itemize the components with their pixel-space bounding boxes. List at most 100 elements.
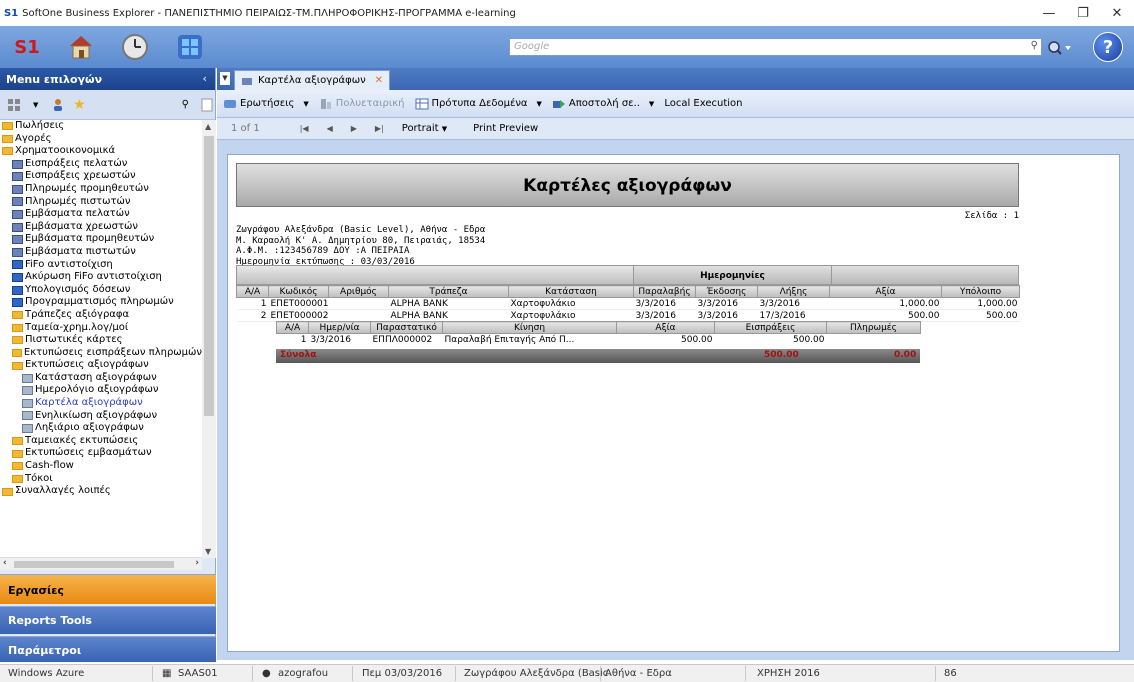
- send-icon: [552, 99, 565, 108]
- menu-tree-item[interactable]: FiFo αντιστοίχιση: [0, 259, 202, 272]
- prev-page-icon[interactable]: ◀: [327, 124, 333, 133]
- close-tab-icon[interactable]: ✕: [375, 75, 383, 86]
- document-icon: [12, 247, 23, 257]
- menu-tree-item[interactable]: Εισπράξεις χρεωστών: [0, 170, 202, 183]
- menu-tree-item[interactable]: Πληρωμές πιστωτών: [0, 196, 202, 209]
- queries-dropdown-icon: ▼: [303, 99, 309, 108]
- search-input[interactable]: Google ⚲: [509, 38, 1042, 56]
- search-icon[interactable]: ⚲: [1031, 40, 1038, 51]
- help-icon[interactable]: ?: [1093, 32, 1123, 62]
- s1-logo-icon[interactable]: S1: [12, 32, 42, 62]
- menu-tree-item-label: Χρηματοοικονομικά: [15, 145, 116, 157]
- table-cell: ΕΠΕΤ000001: [268, 297, 329, 310]
- menu-tree: Πωλήσεις Αγορές Χρηματοοικονομικά Εισπράξει…: [0, 120, 202, 570]
- menu-tree-item-label: Εισπράξεις χρεωστών: [25, 170, 136, 182]
- tree-vertical-scrollbar[interactable]: ▲ ▼: [202, 120, 216, 558]
- menu-tree-item[interactable]: Υπολογισμός δόσεων: [0, 284, 202, 297]
- scroll-thumb[interactable]: [204, 136, 214, 416]
- folder-icon: [12, 336, 23, 345]
- scroll-up-icon[interactable]: ▲: [205, 122, 211, 131]
- collapse-icon[interactable]: ‹: [202, 72, 207, 85]
- scroll-right-icon[interactable]: ›: [195, 558, 199, 568]
- menu-tree-item[interactable]: Ληξιάριο αξιογράφων: [0, 422, 202, 435]
- hscroll-thumb[interactable]: [14, 561, 174, 568]
- menu-tree-item[interactable]: Ημερολόγιο αξιογράφων: [0, 384, 202, 397]
- folder-icon: [2, 487, 13, 496]
- last-page-icon[interactable]: ▶|: [375, 124, 384, 133]
- clock-icon[interactable]: [120, 32, 150, 62]
- menu-tree-item-label: Εμβάσματα πελατών: [25, 208, 130, 220]
- send-to-button[interactable]: Αποστολή σε.. ▼: [552, 98, 654, 110]
- status-bar: Windows Azure ▦ SAAS01 ● azografou Πεμ 0…: [0, 664, 1134, 682]
- report-title: Καρτέλες αξιογράφων: [236, 163, 1019, 207]
- menu-tree-item[interactable]: Ενηλικίωση αξιογράφων: [0, 410, 202, 423]
- menu-tree-item[interactable]: Ταμειακές εκτυπώσεις: [0, 435, 202, 448]
- menu-tree-item[interactable]: Ταμεία-χρημ.λογ/μοί: [0, 322, 202, 335]
- next-page-icon[interactable]: ▶: [351, 124, 357, 133]
- users-icon[interactable]: [50, 97, 66, 113]
- menu-tree-item[interactable]: Πωλήσεις: [0, 120, 202, 133]
- menu-tree-item[interactable]: Προγραμματισμός πληρωμών: [0, 296, 202, 309]
- local-execution-button[interactable]: Local Execution: [664, 98, 742, 109]
- menu-tree-item[interactable]: Εμβάσματα προμηθευτών: [0, 233, 202, 246]
- menu-tree-item[interactable]: Αγορές: [0, 133, 202, 146]
- menu-tree-item[interactable]: Cash-flow: [0, 460, 202, 473]
- page-icon[interactable]: [199, 97, 215, 113]
- nav-reports-tools-button[interactable]: Reports Tools: [0, 606, 216, 634]
- menu-tree-item-label: Ταμεία-χρημ.λογ/μοί: [25, 321, 129, 333]
- menu-tree-item[interactable]: Εμβάσματα χρεωστών: [0, 221, 202, 234]
- star-icon[interactable]: ★: [71, 97, 87, 113]
- menu-tree-item[interactable]: Εκτυπώσεις αξιογράφων: [0, 359, 202, 372]
- windows-icon[interactable]: [175, 32, 205, 62]
- sidebar-search-icon[interactable]: ⚲: [177, 97, 193, 113]
- menu-tree-item[interactable]: Τράπεζες αξιόγραφα: [0, 309, 202, 322]
- templates-button[interactable]: Πρότυπα Δεδομένα ▼: [415, 98, 542, 110]
- menu-tree-item[interactable]: Εισπράξεις πελατών: [0, 158, 202, 171]
- menu-tree-item[interactable]: Τόκοι: [0, 473, 202, 486]
- dropdown-arrow-icon[interactable]: ▼: [28, 97, 44, 113]
- top-toolbar: S1 Google ⚲ ?: [0, 26, 1134, 68]
- menu-tree-item[interactable]: Πληρωμές προμηθευτών: [0, 183, 202, 196]
- menu-tree-item[interactable]: Συναλλαγές λοιπές: [0, 485, 202, 498]
- status-user: azografou: [278, 668, 329, 679]
- menu-tree-item-label: Εκτυπώσεις εισπράξεων πληρωμών: [23, 346, 202, 358]
- menu-tree-item[interactable]: Εκτυπώσεις εμβασμάτων: [0, 447, 202, 460]
- folder-icon: [2, 134, 13, 143]
- print-preview-button[interactable]: Print Preview: [473, 123, 538, 134]
- multicompany-button[interactable]: Πολυεταιρική: [319, 98, 405, 110]
- table-cell: ΕΠΕΤ000002: [268, 309, 329, 322]
- home-icon[interactable]: [66, 32, 96, 62]
- menu-tree-item[interactable]: Κατάσταση αξιογράφων: [0, 372, 202, 385]
- column-header: Λήξης: [757, 285, 830, 298]
- scroll-left-icon[interactable]: ‹: [3, 558, 7, 568]
- templates-icon: [415, 98, 429, 109]
- scroll-down-icon[interactable]: ▼: [205, 547, 211, 556]
- table-cell: 3/3/2016: [757, 297, 830, 310]
- totals-row: Σύνολα 500.00 0.00: [276, 349, 920, 363]
- menu-tree-item[interactable]: Εμβάσματα πιστωτών: [0, 246, 202, 259]
- menu-tree-item[interactable]: Ακύρωση FiFo αντιστοίχιση: [0, 271, 202, 284]
- minimize-button[interactable]: —: [1032, 0, 1066, 26]
- menu-tree-item[interactable]: Πιστωτικές κάρτες: [0, 334, 202, 347]
- find-dropdown-icon[interactable]: [1046, 39, 1072, 57]
- folder-icon: [12, 474, 23, 483]
- nav-parameters-button[interactable]: Παράμετροι: [0, 636, 216, 662]
- menu-tree-item[interactable]: Εκτυπώσεις εισπράξεων πληρωμών: [0, 347, 202, 360]
- close-button[interactable]: ✕: [1100, 0, 1134, 26]
- status-server: Windows Azure: [8, 668, 85, 679]
- grid-icon[interactable]: [6, 97, 22, 113]
- portrait-dropdown[interactable]: Portrait ▼: [402, 123, 447, 134]
- tab-menu-icon[interactable]: ▼: [220, 72, 230, 85]
- table-cell: Χαρτοφυλάκιο: [508, 309, 634, 322]
- first-page-icon[interactable]: |◀: [300, 124, 309, 133]
- menu-tree-item[interactable]: Καρτέλα αξιογράφων: [0, 397, 202, 410]
- maximize-button[interactable]: ❐: [1066, 0, 1100, 26]
- process-icon: [12, 260, 23, 270]
- tree-horizontal-scrollbar[interactable]: ‹ ›: [0, 557, 202, 570]
- queries-button[interactable]: Ερωτήσεις ▼: [223, 98, 309, 110]
- menu-tree-item[interactable]: Εμβάσματα πελατών: [0, 208, 202, 221]
- send-dropdown-icon: ▼: [648, 99, 655, 108]
- tab-kartela-axiografon[interactable]: Καρτέλα αξιογράφων ✕: [234, 70, 390, 90]
- nav-ergasies-button[interactable]: Εργασίες: [0, 574, 216, 604]
- menu-tree-item[interactable]: Χρηματοοικονομικά: [0, 145, 202, 158]
